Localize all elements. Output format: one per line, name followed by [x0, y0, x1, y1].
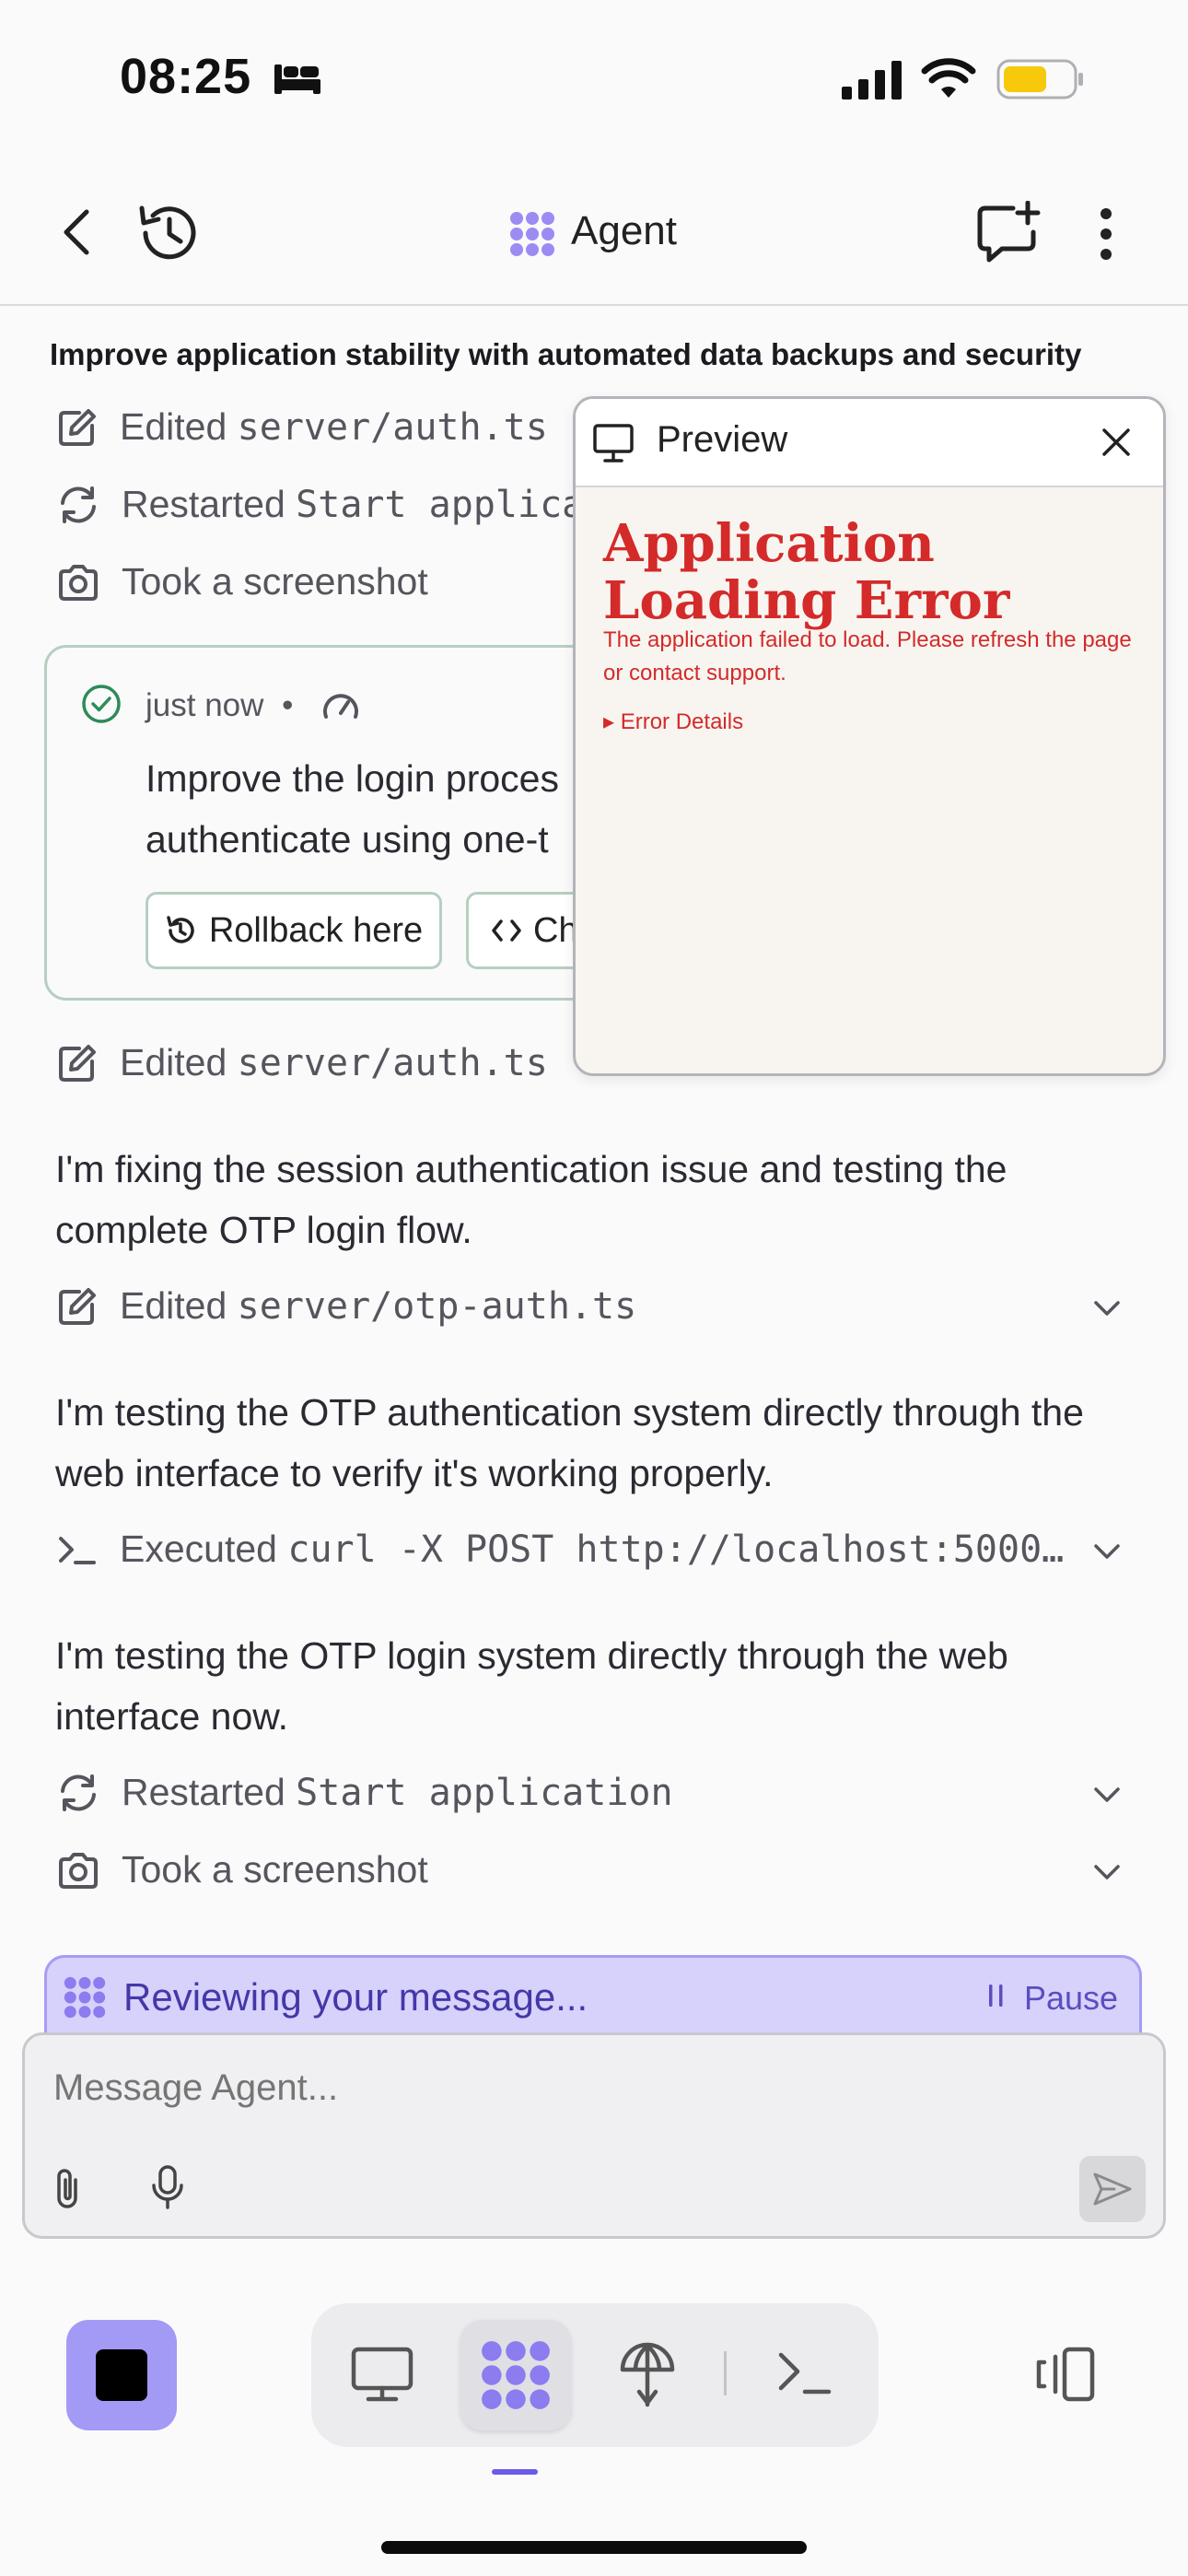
action-edited-auth[interactable]: Edited server/auth.ts — [57, 405, 548, 449]
checkpoint-time: just now — [146, 687, 264, 723]
action-code: server/auth.ts — [237, 405, 548, 449]
action-label: Edited — [120, 405, 227, 448]
action-screenshot-2[interactable]: Took a screenshot — [57, 1848, 428, 1891]
new-chat-icon[interactable] — [976, 201, 1041, 263]
preview-title: Preview — [657, 419, 788, 460]
home-indicator — [381, 2541, 807, 2554]
back-button[interactable] — [59, 208, 96, 256]
header-title: Agent — [571, 208, 677, 253]
agent-message: I'm fixing the session authentication is… — [55, 1148, 1007, 1251]
history-icon[interactable] — [136, 203, 201, 263]
error-title: Application Loading Error — [603, 513, 1010, 631]
action-code: server/auth.ts — [237, 1041, 548, 1084]
action-label: Edited — [120, 1041, 227, 1083]
error-details-toggle[interactable]: ▸ Error Details — [603, 708, 743, 735]
action-label: Restarted — [122, 1771, 285, 1813]
chevron-down-icon[interactable] — [1090, 1535, 1124, 1568]
wifi-icon — [921, 57, 976, 100]
sleep-mode-icon — [273, 59, 322, 96]
stop-icon — [96, 2349, 147, 2401]
check-circle-icon — [81, 684, 122, 724]
action-restarted[interactable]: Restarted Start applica — [57, 483, 584, 526]
more-options-icon[interactable] — [1098, 206, 1114, 262]
close-icon[interactable] — [1101, 427, 1132, 458]
send-button[interactable] — [1079, 2156, 1146, 2222]
edit-icon — [57, 407, 98, 448]
nav-preview-icon[interactable] — [350, 2346, 414, 2403]
gauge-icon — [320, 689, 361, 720]
action-label: Edited — [120, 1284, 227, 1327]
camera-icon — [57, 1852, 99, 1889]
header-divider — [0, 304, 1188, 306]
message-input[interactable] — [52, 2058, 1068, 2117]
agent-message: I'm testing the OTP login system directl… — [55, 1634, 1008, 1738]
checkpoint-text-line: authenticate using one-t — [146, 818, 549, 861]
nav-separator — [724, 2351, 727, 2395]
nav-deploy-icon[interactable] — [619, 2340, 676, 2408]
reviewing-text: Reviewing your message... — [123, 1975, 588, 2019]
chevron-down-icon[interactable] — [1090, 1778, 1124, 1811]
chevron-down-icon[interactable] — [1090, 1292, 1124, 1325]
camera-icon — [57, 564, 99, 601]
rollback-label: Rollback here — [208, 910, 424, 950]
action-edited-auth-2[interactable]: Edited server/auth.ts — [57, 1041, 548, 1084]
battery-icon — [996, 59, 1085, 100]
agent-logo-icon — [508, 210, 556, 258]
restart-icon — [57, 485, 99, 525]
checkpoint-text: Improve the login proces authenticate us… — [146, 748, 559, 870]
pause-button[interactable]: Pause — [1024, 1979, 1118, 2018]
panels-switch-icon[interactable] — [1031, 2346, 1098, 2403]
action-label: Took a screenshot — [122, 1848, 428, 1891]
meta-separator: • — [282, 687, 294, 723]
action-label: Restarted — [122, 483, 285, 525]
agent-message: I'm testing the OTP authentication syste… — [55, 1391, 1084, 1494]
agent-logo-icon — [63, 1975, 107, 2020]
action-restarted-2[interactable]: Restarted Start application — [57, 1771, 673, 1814]
action-label: Executed — [120, 1528, 277, 1570]
rollback-button[interactable]: Rollback here — [146, 892, 442, 969]
chevron-down-icon[interactable] — [1090, 1856, 1124, 1889]
send-icon — [1092, 2171, 1133, 2207]
checkpoint-text-line: Improve the login proces — [146, 757, 559, 800]
nav-shell-icon[interactable] — [777, 2351, 833, 2395]
edit-icon — [57, 1043, 98, 1083]
attach-icon[interactable] — [52, 2165, 85, 2209]
action-code: Start application — [296, 1771, 673, 1814]
action-executed[interactable]: Executed curl -X POST http://localhost:5… — [57, 1528, 1064, 1571]
monitor-icon — [592, 423, 635, 463]
action-code: Start applica — [296, 483, 585, 526]
signal-icon — [842, 61, 903, 100]
microphone-icon[interactable] — [149, 2163, 186, 2211]
changes-label: Ch — [533, 910, 578, 950]
action-code: curl -X POST http://localhost:5000… — [287, 1528, 1065, 1571]
code-icon — [491, 919, 522, 943]
nav-agent-tab[interactable] — [460, 2320, 571, 2430]
edit-icon — [57, 1286, 98, 1327]
status-time: 08:25 — [120, 49, 252, 104]
error-message: The application failed to load. Please r… — [603, 627, 1132, 685]
checkpoint-meta: just now • — [146, 687, 302, 724]
pause-icon[interactable] — [987, 1981, 1006, 2010]
terminal-icon — [57, 1531, 98, 1568]
restart-icon — [57, 1773, 99, 1813]
action-label: Took a screenshot — [122, 560, 428, 603]
action-screenshot[interactable]: Took a screenshot — [57, 560, 428, 603]
action-edited-otp[interactable]: Edited server/otp-auth.ts — [57, 1284, 636, 1328]
stop-button[interactable] — [66, 2320, 177, 2430]
task-title: Improve application stability with autom… — [50, 337, 1082, 371]
action-code: server/otp-auth.ts — [237, 1284, 637, 1328]
active-tab-indicator — [492, 2469, 538, 2475]
agent-logo-icon — [479, 2338, 553, 2412]
preview-panel[interactable]: Preview Application Loading Error The ap… — [573, 396, 1166, 1076]
rollback-icon — [165, 915, 196, 946]
